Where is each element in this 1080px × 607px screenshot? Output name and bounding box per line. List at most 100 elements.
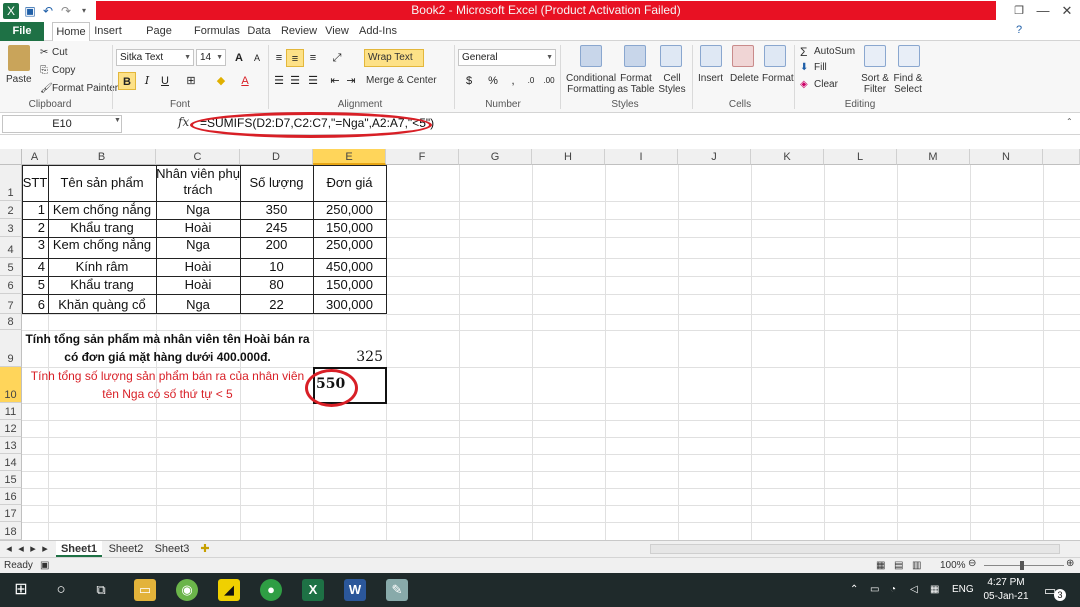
redo-icon[interactable]: ↷: [58, 3, 74, 19]
number-format-select[interactable]: General ▼: [458, 49, 556, 66]
task-view-icon[interactable]: ⧉: [90, 579, 112, 601]
staff-cell[interactable]: Hoài: [156, 258, 240, 276]
quantity-cell[interactable]: 245: [240, 219, 313, 237]
page-break-view-icon[interactable]: ▥: [912, 560, 921, 571]
tab-formulas[interactable]: Formulas: [194, 22, 240, 41]
expand-formula-bar-icon[interactable]: ⌃: [1066, 117, 1073, 126]
row-header[interactable]: 16: [0, 488, 22, 505]
row-header[interactable]: 14: [0, 454, 22, 471]
tab-file[interactable]: File: [0, 22, 44, 41]
help-icon[interactable]: ?: [1016, 24, 1022, 36]
paint-icon[interactable]: ✎: [386, 579, 408, 601]
grow-font-icon[interactable]: A: [230, 49, 248, 67]
format-as-table-button[interactable]: Format as Table: [616, 73, 656, 95]
question2-line2[interactable]: tên Nga có số thứ tự < 5: [22, 385, 313, 403]
quantity-cell[interactable]: 200: [240, 237, 313, 258]
product-name-cell[interactable]: Khăn quàng cổ: [48, 294, 156, 314]
clock-time[interactable]: 4:27 PM: [986, 577, 1026, 588]
currency-icon[interactable]: $: [460, 72, 478, 90]
price-cell[interactable]: 450,000: [313, 258, 386, 276]
restore-ribbon-icon[interactable]: ❐: [1006, 2, 1032, 20]
save-icon[interactable]: ▣: [22, 3, 38, 19]
bold-button[interactable]: B: [118, 72, 136, 90]
row-header[interactable]: 18: [0, 522, 22, 540]
normal-view-icon[interactable]: ▦: [876, 560, 885, 571]
align-bottom-icon[interactable]: ≡: [304, 49, 322, 67]
percent-icon[interactable]: %: [484, 72, 502, 90]
sort-filter-button[interactable]: Sort & Filter: [860, 73, 890, 95]
tab-home[interactable]: Home: [52, 22, 90, 42]
staff-cell[interactable]: Nga: [156, 201, 240, 219]
page-layout-view-icon[interactable]: ▤: [894, 560, 903, 571]
price-cell[interactable]: 250,000: [313, 201, 386, 219]
wrap-text-button[interactable]: Wrap Text: [364, 49, 424, 67]
row-header[interactable]: 7: [0, 294, 22, 314]
find-select-icon[interactable]: [898, 45, 920, 67]
row-header[interactable]: 6: [0, 276, 22, 294]
merge-center-button[interactable]: Merge & Center: [366, 75, 437, 86]
staff-cell[interactable]: Nga: [156, 237, 240, 258]
clear-icon[interactable]: ◈: [800, 79, 808, 90]
customize-toolbar-icon[interactable]: ▾: [76, 3, 92, 19]
staff-cell[interactable]: Hoài: [156, 276, 240, 294]
windows-start-icon[interactable]: ⊞: [10, 579, 32, 601]
stt-cell[interactable]: 6: [22, 294, 48, 314]
conditional-formatting-icon[interactable]: [580, 45, 602, 67]
new-sheet-icon[interactable]: ✚: [196, 541, 214, 557]
file-explorer-icon[interactable]: ▭: [134, 579, 156, 601]
row-header[interactable]: 4: [0, 237, 22, 258]
tab-page-layout[interactable]: Page Layout: [130, 22, 188, 56]
insert-cells-button[interactable]: Insert: [698, 73, 723, 84]
zoom-out-icon[interactable]: ⊖: [968, 558, 976, 569]
cut-icon[interactable]: ✂: [40, 47, 48, 58]
macro-record-icon[interactable]: ▣: [40, 560, 49, 571]
product-name-cell[interactable]: Kem chống nắng: [48, 201, 156, 219]
zoom-in-icon[interactable]: ⊕: [1066, 558, 1074, 569]
increase-indent-icon[interactable]: ⇥: [342, 72, 360, 90]
column-header[interactable]: D: [240, 149, 313, 165]
minimize-icon[interactable]: —: [1030, 2, 1056, 20]
staff-cell[interactable]: Nga: [156, 294, 240, 314]
stt-cell[interactable]: 4: [22, 258, 48, 276]
column-header[interactable]: K: [751, 149, 824, 165]
word-taskbar-icon[interactable]: W: [344, 579, 366, 601]
shrink-font-icon[interactable]: A: [248, 49, 266, 67]
close-icon[interactable]: ✕: [1054, 2, 1080, 20]
product-name-cell[interactable]: Khẩu trang: [48, 219, 156, 237]
price-cell[interactable]: 150,000: [313, 276, 386, 294]
autosum-button[interactable]: AutoSum: [814, 46, 855, 57]
header-cell[interactable]: Đơn giá: [313, 165, 386, 201]
format-painter-icon[interactable]: 🖌: [40, 83, 53, 94]
autosum-icon[interactable]: Σ: [800, 45, 807, 59]
question1-line1[interactable]: Tính tổng sản phẩm mà nhân viên tên Hoài…: [22, 330, 313, 348]
increase-decimal-icon[interactable]: .0: [522, 72, 540, 90]
search-icon[interactable]: ○: [50, 579, 72, 601]
first-sheet-icon[interactable]: ◂: [4, 541, 14, 557]
column-header[interactable]: H: [532, 149, 605, 165]
select-all-corner[interactable]: [0, 149, 22, 165]
italic-button[interactable]: I: [138, 72, 156, 90]
row-header[interactable]: 12: [0, 420, 22, 437]
cut-button[interactable]: Cut: [52, 47, 68, 58]
price-cell[interactable]: 150,000: [313, 219, 386, 237]
tab-sheet2[interactable]: Sheet2: [104, 541, 148, 557]
column-header[interactable]: M: [897, 149, 970, 165]
header-cell[interactable]: Tên sản phẩm: [48, 165, 156, 201]
format-cells-button[interactable]: Format: [762, 73, 794, 84]
font-color-icon[interactable]: A: [236, 72, 254, 90]
zoom-slider-thumb[interactable]: [1020, 561, 1024, 570]
horizontal-scrollbar[interactable]: [650, 544, 1060, 554]
font-name-select[interactable]: Sitka Text ▼: [116, 49, 194, 66]
align-middle-icon[interactable]: ≡: [286, 49, 304, 67]
row-header[interactable]: 11: [0, 403, 22, 420]
product-name-cell[interactable]: Kính râm: [48, 258, 156, 276]
staff-cell[interactable]: Hoài: [156, 219, 240, 237]
row-header[interactable]: 9: [0, 330, 22, 367]
header-cell[interactable]: Nhân viên phụ trách: [156, 165, 240, 201]
product-name-cell[interactable]: Khẩu trang: [48, 276, 156, 294]
excel-taskbar-icon[interactable]: X: [302, 579, 324, 601]
price-cell[interactable]: 300,000: [313, 294, 386, 314]
fill-button[interactable]: Fill: [814, 62, 827, 73]
stt-cell[interactable]: 5: [22, 276, 48, 294]
network-icon[interactable]: ◔: [890, 584, 896, 595]
